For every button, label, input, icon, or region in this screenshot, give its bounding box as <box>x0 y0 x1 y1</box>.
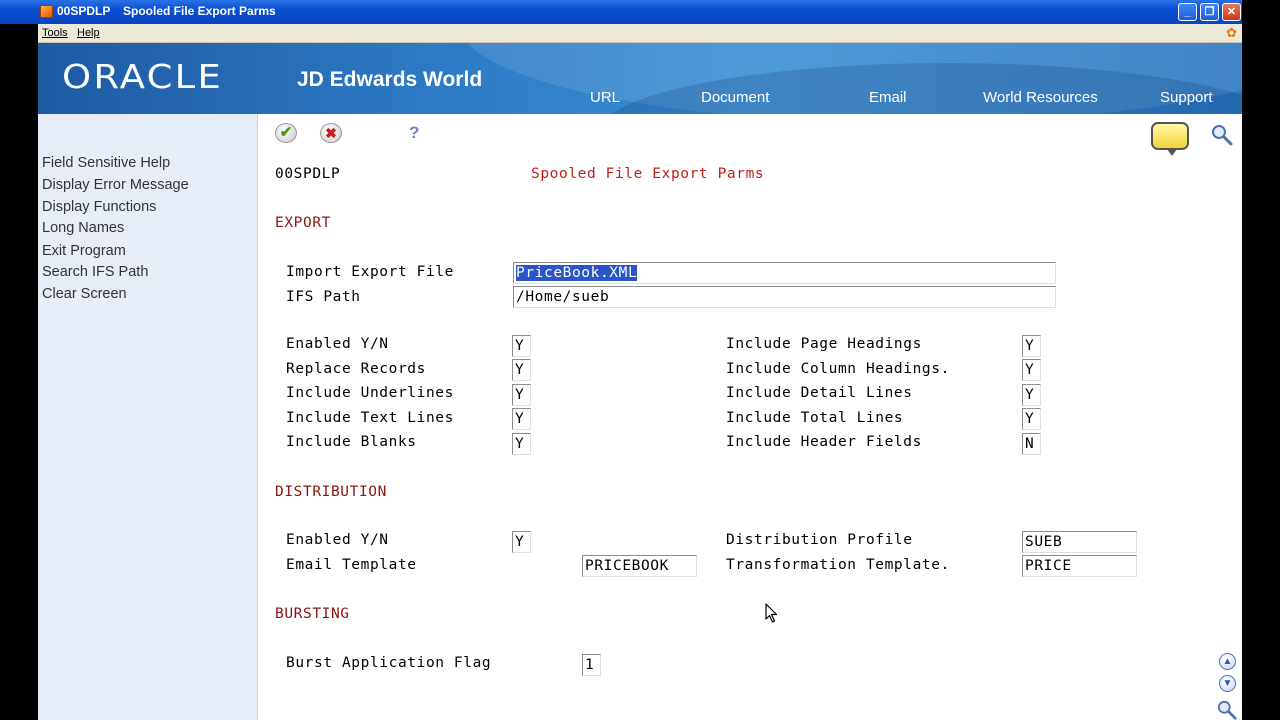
section-bursting: BURSTING <box>275 606 350 622</box>
burst-flag-label: Burst Application Flag <box>286 655 492 671</box>
section-export: EXPORT <box>275 215 331 231</box>
sidebar-item-display-error-message[interactable]: Display Error Message <box>42 177 189 193</box>
right-border <box>1242 0 1280 720</box>
import-export-file-value: PriceBook.XML <box>516 265 638 281</box>
page-up-icon[interactable]: ▲ <box>1219 653 1236 670</box>
include-detail-lines-field[interactable]: Y <box>1022 384 1041 406</box>
section-distribution: DISTRIBUTION <box>275 484 387 500</box>
restore-icon: ❐ <box>1204 6 1215 18</box>
menu-bar: Tools Help ✿ <box>38 24 1242 43</box>
restore-button[interactable]: ❐ <box>1200 3 1219 21</box>
window-title: Spooled File Export Parms <box>123 4 276 18</box>
header-banner: ORACLE JD Edwards World URL Document Ema… <box>38 43 1242 114</box>
oracle-logo: ORACLE <box>62 57 224 96</box>
zoom-magnifier-icon[interactable] <box>1217 700 1237 720</box>
distribution-profile-field[interactable]: SUEB <box>1022 531 1137 553</box>
include-column-headings-field[interactable]: Y <box>1022 359 1041 381</box>
include-column-headings-label: Include Column Headings. <box>726 361 950 377</box>
include-underlines-label: Include Underlines <box>286 385 454 401</box>
email-template-field[interactable]: PRICEBOOK <box>582 555 697 577</box>
window-program-code: 00SPDLP <box>57 4 111 18</box>
replace-records-label: Replace Records <box>286 361 426 377</box>
nav-support[interactable]: Support <box>1160 89 1213 106</box>
minimize-button[interactable]: _ <box>1178 3 1197 21</box>
include-underlines-field[interactable]: Y <box>512 384 531 406</box>
dist-enabled-field[interactable]: Y <box>512 531 531 553</box>
mouse-cursor-icon <box>765 603 778 623</box>
magnifier-icon[interactable] <box>1211 124 1233 146</box>
transformation-template-label: Transformation Template. <box>726 557 950 573</box>
sidebar-item-long-names[interactable]: Long Names <box>42 220 124 236</box>
nav-world-resources[interactable]: World Resources <box>983 89 1098 106</box>
sidebar-item-display-functions[interactable]: Display Functions <box>42 199 156 215</box>
menu-tools-label: Tools <box>42 27 68 39</box>
chat-bubble-icon[interactable] <box>1151 122 1189 156</box>
menu-tools[interactable]: Tools <box>42 27 68 39</box>
nav-url[interactable]: URL <box>590 89 620 106</box>
include-total-lines-field[interactable]: Y <box>1022 408 1041 430</box>
dist-enabled-label: Enabled Y/N <box>286 532 389 548</box>
page-down-icon[interactable]: ▼ <box>1219 675 1236 692</box>
include-text-lines-label: Include Text Lines <box>286 410 454 426</box>
application-window: 00SPDLP Spooled File Export Parms _ ❐ ✕ … <box>0 0 1242 720</box>
enabled-field[interactable]: Y <box>512 335 531 357</box>
sidebar-item-search-ifs-path[interactable]: Search IFS Path <box>42 264 148 280</box>
sidebar-item-field-sensitive-help[interactable]: Field Sensitive Help <box>42 155 170 171</box>
import-export-file-label: Import Export File <box>286 264 454 280</box>
close-icon: ✕ <box>1226 6 1237 18</box>
ok-checkmark-icon[interactable]: ✔ <box>275 123 297 143</box>
sidebar-item-exit-program[interactable]: Exit Program <box>42 243 126 259</box>
email-template-label: Email Template <box>286 557 417 573</box>
include-page-headings-label: Include Page Headings <box>726 336 922 352</box>
enabled-label: Enabled Y/N <box>286 336 389 352</box>
flower-icon: ✿ <box>1226 25 1237 40</box>
sidebar-item-clear-screen[interactable]: Clear Screen <box>42 286 127 302</box>
form-title: Spooled File Export Parms <box>531 166 765 182</box>
include-total-lines-label: Include Total Lines <box>726 410 904 426</box>
include-page-headings-field[interactable]: Y <box>1022 335 1041 357</box>
product-name: JD Edwards World <box>297 68 483 91</box>
import-export-file-field[interactable]: PriceBook.XML <box>513 262 1056 284</box>
include-blanks-field[interactable]: Y <box>512 433 531 455</box>
menu-help-label: Help <box>77 27 100 39</box>
include-header-fields-field[interactable]: N <box>1022 433 1041 455</box>
sidebar: Field Sensitive Help Display Error Messa… <box>38 114 258 720</box>
burst-flag-field[interactable]: 1 <box>582 654 601 676</box>
ifs-path-field[interactable]: /Home/sueb <box>513 286 1056 308</box>
left-border <box>0 24 38 720</box>
ifs-path-label: IFS Path <box>286 289 361 305</box>
distribution-profile-label: Distribution Profile <box>726 532 913 548</box>
main-form: ✔ ✖ ? 00SPDLP Spooled File Export Parms … <box>259 114 1242 720</box>
menu-help[interactable]: Help <box>77 27 100 39</box>
replace-records-field[interactable]: Y <box>512 359 531 381</box>
close-button[interactable]: ✕ <box>1222 3 1241 21</box>
minimize-icon: _ <box>1184 6 1191 18</box>
include-header-fields-label: Include Header Fields <box>726 434 922 450</box>
include-detail-lines-label: Include Detail Lines <box>726 385 913 401</box>
include-blanks-label: Include Blanks <box>286 434 417 450</box>
nav-email[interactable]: Email <box>869 89 907 106</box>
cancel-x-icon[interactable]: ✖ <box>320 123 342 143</box>
title-bar: 00SPDLP Spooled File Export Parms _ ❐ ✕ <box>0 0 1242 24</box>
transformation-template-field[interactable]: PRICE <box>1022 555 1137 577</box>
nav-document[interactable]: Document <box>701 89 769 106</box>
app-icon <box>40 5 53 18</box>
include-text-lines-field[interactable]: Y <box>512 408 531 430</box>
program-id: 00SPDLP <box>275 166 341 182</box>
help-question-icon[interactable]: ? <box>409 123 423 143</box>
